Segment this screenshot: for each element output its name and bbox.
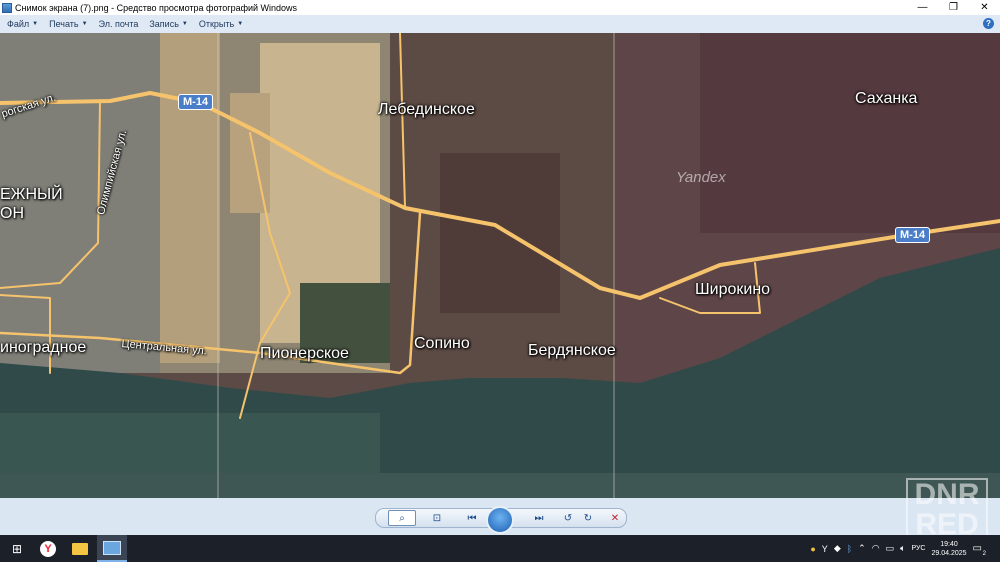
menu-file-label: Файл	[7, 19, 30, 29]
notification-count: 2	[982, 551, 986, 557]
place-label-pionerskoe: Пионерское	[260, 345, 349, 362]
window-title: Снимок экрана (7).png - Средство просмот…	[15, 2, 298, 13]
yandex-tray-icon[interactable]: Y	[822, 544, 828, 554]
menu-burn[interactable]: Запись ▼	[142, 19, 191, 29]
menu-open[interactable]: Открыть ▼	[192, 19, 247, 29]
satellite-map-image	[0, 33, 1000, 498]
maximize-button[interactable]: ❐	[938, 0, 969, 15]
next-button[interactable]: ⏭	[524, 511, 554, 525]
shield-icon[interactable]: ◆	[834, 543, 841, 554]
place-label-berdyanskoe: Бердянское	[528, 342, 616, 359]
menu-print-label: Печать	[49, 19, 79, 29]
language-indicator[interactable]: РУС	[911, 545, 925, 552]
delete-button[interactable]: ✕	[604, 511, 626, 525]
place-label-vinogradnoe: иноградное	[0, 339, 87, 356]
zoom-button[interactable]: ⌕	[388, 510, 416, 526]
menu-open-label: Открыть	[198, 19, 235, 29]
taskbar: ⊞ Y ● Y ◆ ᛒ ⌃ ◠ ▭ 🔈︎ РУС 19:40 29.04.202…	[0, 535, 1000, 562]
menu-print[interactable]: Печать ▼	[42, 19, 91, 29]
clock[interactable]: 19:40 29.04.2025	[932, 540, 967, 558]
menu-email-label: Эл. почта	[98, 19, 139, 29]
menu-email[interactable]: Эл. почта	[92, 19, 143, 29]
road-shield-m14-east: М-14	[895, 227, 931, 243]
notifications-icon[interactable]: ▭ 2	[973, 543, 986, 557]
bluetooth-icon[interactable]: ᛒ	[847, 544, 852, 554]
district-label-line1: ЕЖНЫЙ	[0, 186, 63, 203]
show-hidden-icons[interactable]: ⌃	[858, 543, 866, 554]
menu-burn-label: Запись	[149, 19, 179, 29]
close-button[interactable]: ✕	[969, 0, 1000, 15]
chevron-down-icon: ▼	[32, 21, 39, 27]
wifi-icon[interactable]: ◠	[872, 543, 880, 554]
clock-date: 29.04.2025	[931, 549, 967, 557]
place-label-sakhanka: Саханка	[855, 90, 918, 107]
chevron-down-icon: ▼	[181, 21, 188, 27]
minimize-button[interactable]: —	[907, 0, 938, 15]
start-windows-icon[interactable]: ⊞	[2, 535, 32, 562]
chevron-down-icon: ▼	[81, 21, 88, 27]
photo-viewer-taskbar-icon[interactable]	[97, 535, 127, 562]
image-viewer: Лебединское Саханка Широкино Сопино Берд…	[0, 33, 1000, 498]
help-icon[interactable]: ?	[983, 18, 994, 29]
title-bar: Снимок экрана (7).png - Средство просмот…	[0, 0, 1000, 15]
volume-icon[interactable]: 🔈︎	[900, 543, 905, 554]
network-icon[interactable]: ▭	[886, 543, 895, 554]
slideshow-button[interactable]	[486, 506, 514, 534]
place-label-sopino: Сопино	[414, 335, 470, 352]
fit-window-button[interactable]: ⊡	[424, 511, 450, 525]
place-label-shirokino: Широкино	[695, 281, 771, 298]
clock-time: 19:40	[940, 540, 958, 548]
district-label-line2: ОН	[0, 205, 24, 222]
dnr-red-watermark: DNR RED	[906, 478, 988, 540]
rotate-left-button[interactable]: ↺	[558, 511, 578, 525]
watermark-line1: DNR	[914, 478, 980, 511]
menu-file[interactable]: Файл ▼	[0, 19, 42, 29]
road-shield-m14-west: М-14	[178, 94, 214, 110]
previous-button[interactable]: ⏮	[458, 511, 486, 525]
system-tray: ● Y ◆ ᛒ ⌃ ◠ ▭ 🔈︎ РУС 19:40 29.04.2025 ▭ 2	[810, 535, 986, 562]
photo-viewer-icon	[2, 2, 12, 13]
tray-app-icon[interactable]: ●	[810, 544, 815, 554]
rotate-right-button[interactable]: ↻	[578, 511, 598, 525]
chevron-down-icon: ▼	[237, 21, 244, 27]
file-explorer-icon[interactable]	[65, 535, 95, 562]
place-label-lebedinskoe: Лебединское	[378, 101, 475, 118]
yandex-watermark: Yandex	[676, 169, 726, 186]
menu-bar: Файл ▼ Печать ▼ Эл. почта Запись ▼ Открыть ▼…	[0, 15, 1000, 34]
yandex-browser-icon[interactable]: Y	[33, 535, 63, 562]
